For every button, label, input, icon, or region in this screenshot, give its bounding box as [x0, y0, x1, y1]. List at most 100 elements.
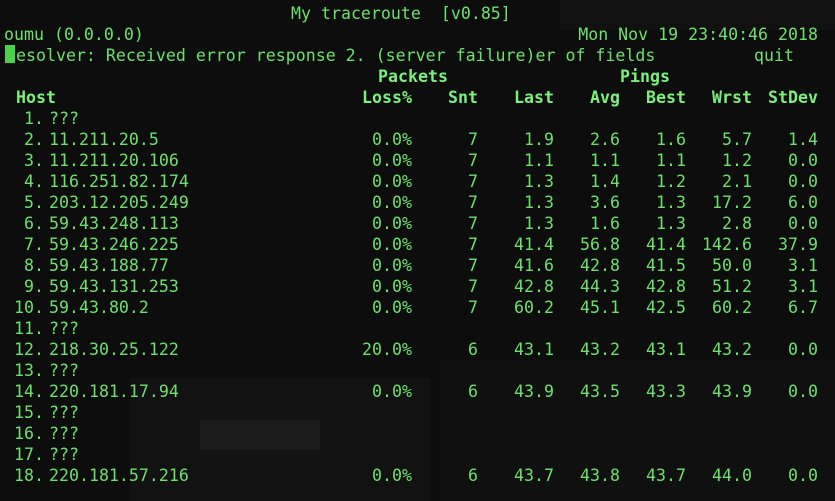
column-wrst: Wrst: [712, 88, 752, 107]
cell-last: [480, 444, 554, 465]
cell-snt: 7: [468, 151, 478, 170]
cell-snt: 7: [468, 130, 478, 149]
cell-avg: [560, 108, 620, 129]
host-label: oumu (0.0.0.0): [4, 25, 144, 44]
cell-wrst: 44.0: [712, 466, 752, 485]
cell-snt: [420, 423, 478, 444]
cell-n: 3.: [24, 151, 44, 170]
cell-stdev: [755, 402, 818, 423]
cell-best: [620, 423, 686, 444]
cell-stdev: 6.0: [788, 193, 818, 212]
cell-n: 10.: [14, 298, 44, 317]
cell-wrst: [690, 318, 752, 339]
cell-host: 220.181.17.94: [49, 382, 179, 401]
cell-last: [480, 108, 554, 129]
cell-loss: 20.0%: [362, 340, 412, 359]
cell-stdev: 3.1: [788, 256, 818, 275]
cell-best: 1.3: [656, 193, 686, 212]
cell-last: 1.3: [524, 214, 554, 233]
cell-best: 1.2: [656, 172, 686, 191]
cell-loss: [330, 444, 412, 465]
cell-avg: 42.8: [580, 256, 620, 275]
cell-snt: [420, 402, 478, 423]
cell-wrst: 51.2: [712, 277, 752, 296]
cell-host: ???: [49, 445, 79, 464]
cell-loss: 0.0%: [372, 382, 412, 401]
cell-host: 11.211.20.106: [49, 151, 179, 170]
cell-best: [620, 402, 686, 423]
cell-host: 59.43.188.77: [49, 256, 169, 275]
cell-host: 203.12.205.249: [49, 193, 189, 212]
cell-avg: 2.6: [590, 130, 620, 149]
cell-host: 59.43.246.225: [49, 235, 179, 254]
cell-host: ???: [49, 424, 79, 443]
cell-last: 41.6: [514, 256, 554, 275]
cell-avg: [560, 360, 620, 381]
cell-n: 15.: [14, 403, 44, 422]
cell-wrst: 142.6: [702, 235, 752, 254]
cell-avg: 3.6: [590, 193, 620, 212]
cell-n: 12.: [14, 340, 44, 359]
cell-loss: 0.0%: [372, 256, 412, 275]
cell-last: 43.1: [514, 340, 554, 359]
quit-key[interactable]: quit: [754, 45, 794, 66]
cell-wrst: 2.1: [722, 172, 752, 191]
cell-stdev: 0.0: [788, 382, 818, 401]
status-message: esolver: Received error response 2. (ser…: [16, 46, 656, 65]
cell-wrst: [690, 402, 752, 423]
cell-last: 1.9: [524, 130, 554, 149]
cell-best: 42.5: [646, 298, 686, 317]
cell-loss: 0.0%: [372, 214, 412, 233]
column-loss: Loss%: [362, 88, 412, 107]
cell-last: 1.3: [524, 172, 554, 191]
cell-best: 43.3: [646, 382, 686, 401]
cell-best: [620, 108, 686, 129]
cell-n: 5.: [24, 193, 44, 212]
cell-loss: [330, 423, 412, 444]
cell-snt: 7: [468, 193, 478, 212]
cell-loss: 0.0%: [372, 277, 412, 296]
cell-n: 2.: [24, 130, 44, 149]
cell-snt: [420, 360, 478, 381]
column-best: Best: [646, 88, 686, 107]
cell-wrst: 60.2: [712, 298, 752, 317]
cell-loss: [330, 402, 412, 423]
cell-best: 1.1: [656, 151, 686, 170]
cell-best: [620, 360, 686, 381]
cell-host: 218.30.25.122: [49, 340, 179, 359]
cell-host: 59.43.131.253: [49, 277, 179, 296]
cell-snt: 7: [468, 256, 478, 275]
column-last: Last: [514, 88, 554, 107]
cell-snt: 6: [468, 340, 478, 359]
cell-host: 59.43.248.113: [49, 214, 179, 233]
cell-avg: 1.1: [590, 151, 620, 170]
cell-wrst: [690, 360, 752, 381]
cell-avg: 44.3: [580, 277, 620, 296]
cell-best: 41.4: [646, 235, 686, 254]
cell-loss: [330, 108, 412, 129]
cell-avg: 1.6: [590, 214, 620, 233]
terminal-cursor: [5, 45, 15, 63]
cell-snt: 7: [468, 214, 478, 233]
cell-avg: 43.8: [580, 466, 620, 485]
cell-loss: 0.0%: [372, 235, 412, 254]
cell-host: 11.211.20.5: [49, 130, 159, 149]
datetime: Mon Nov 19 23:40:46 2018: [578, 25, 818, 44]
cell-host: 116.251.82.174: [49, 172, 189, 191]
cell-n: 7.: [24, 235, 44, 254]
cell-wrst: 2.8: [722, 214, 752, 233]
cell-stdev: [755, 360, 818, 381]
cell-snt: 7: [468, 277, 478, 296]
cell-last: 41.4: [514, 235, 554, 254]
column-snt: Snt: [448, 88, 478, 107]
cell-wrst: 17.2: [712, 193, 752, 212]
column-stdev: StDev: [768, 88, 818, 107]
cell-last: 1.3: [524, 193, 554, 212]
cell-stdev: 0.0: [788, 214, 818, 233]
cell-n: 6.: [24, 214, 44, 233]
cell-stdev: [755, 108, 818, 129]
cell-snt: [420, 444, 478, 465]
cell-n: 13.: [14, 361, 44, 380]
cell-loss: 0.0%: [372, 193, 412, 212]
cell-wrst: 50.0: [712, 256, 752, 275]
